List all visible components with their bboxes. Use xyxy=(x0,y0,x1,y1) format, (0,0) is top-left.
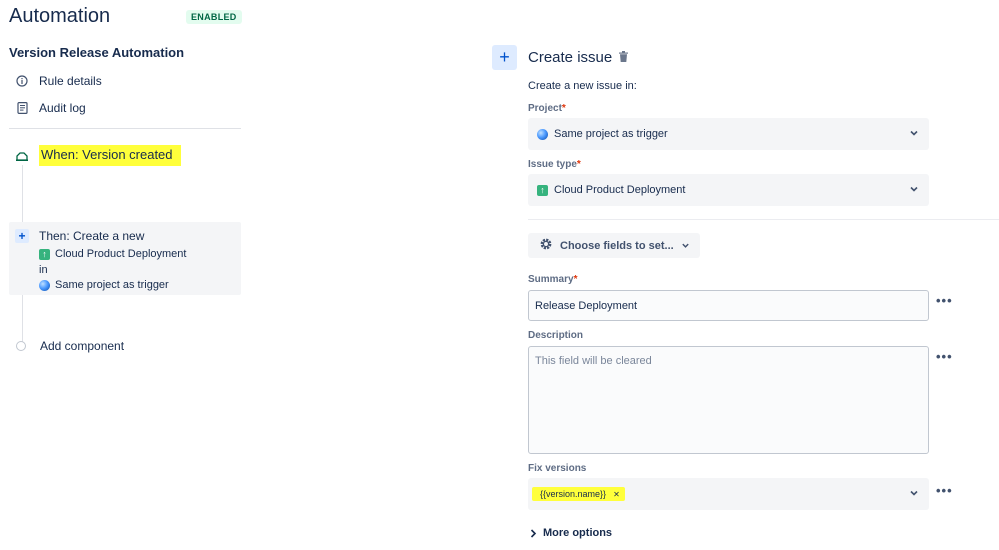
chevron-right-icon xyxy=(530,528,537,538)
nav-audit-log-label: Audit log xyxy=(39,101,86,115)
issue-type-field-label: Issue type* xyxy=(528,159,581,170)
required-mark: * xyxy=(576,159,581,170)
chevron-down-icon xyxy=(910,490,918,496)
nav-rule-details-label: Rule details xyxy=(39,74,102,88)
trash-icon[interactable] xyxy=(619,50,629,65)
choose-fields-label: Choose fields to set... xyxy=(560,239,674,252)
deployment-issue-type-icon: ↑ xyxy=(39,248,50,260)
project-select-value: Same project as trigger xyxy=(554,128,668,140)
document-icon xyxy=(15,101,29,115)
panel-subtitle: Create a new issue in: xyxy=(528,80,637,92)
action-card[interactable]: + Then: Create a new ↑ Cloud Product Dep… xyxy=(9,222,241,295)
description-field-label: Description xyxy=(528,330,584,341)
fix-version-tag[interactable]: {{version.name}} ✕ xyxy=(532,487,625,501)
section-divider xyxy=(528,219,999,220)
project-select[interactable]: Same project as trigger xyxy=(528,118,929,150)
trigger-item[interactable]: When: Version created xyxy=(14,145,181,166)
chevron-down-icon xyxy=(910,130,918,136)
info-icon xyxy=(15,74,29,88)
description-textarea[interactable]: This field will be cleared xyxy=(528,346,929,454)
plus-icon: + xyxy=(15,229,29,243)
action-project: Same project as trigger xyxy=(39,279,169,291)
trigger-label: When: Version created xyxy=(39,145,181,166)
nav-audit-log[interactable]: Audit log xyxy=(15,101,86,115)
close-icon[interactable]: ✕ xyxy=(613,490,620,499)
summary-label-text: Summary xyxy=(528,274,574,285)
required-mark: * xyxy=(573,274,578,285)
fix-versions-more-icon[interactable]: ••• xyxy=(936,483,953,498)
issue-type-label-text: Issue type xyxy=(528,159,577,170)
rule-name: Version Release Automation xyxy=(9,45,185,60)
issue-type-select[interactable]: ↑ Cloud Product Deployment xyxy=(528,174,929,206)
deployment-issue-type-icon: ↑ xyxy=(537,184,548,196)
add-action-plus-icon[interactable]: + xyxy=(492,45,517,70)
nav-divider xyxy=(9,128,241,129)
add-component-label: Add component xyxy=(40,339,125,353)
required-mark: * xyxy=(561,103,566,114)
choose-fields-button[interactable]: Choose fields to set... xyxy=(528,233,700,258)
more-options-toggle[interactable]: More options xyxy=(530,527,612,539)
chevron-down-icon xyxy=(681,243,689,248)
page-title: Automation xyxy=(9,5,111,27)
action-project-label: Same project as trigger xyxy=(55,279,169,291)
add-component-button[interactable]: Add component xyxy=(16,339,124,353)
action-issue-type-label: Cloud Product Deployment xyxy=(55,248,187,260)
version-trigger-icon xyxy=(14,148,30,164)
issue-type-select-value: Cloud Product Deployment xyxy=(554,184,686,196)
chevron-down-icon xyxy=(910,186,918,192)
project-field-label: Project* xyxy=(528,103,566,114)
summary-input[interactable]: Release Deployment xyxy=(528,290,929,321)
status-badge: ENABLED xyxy=(186,10,242,24)
action-issue-type: ↑ Cloud Product Deployment xyxy=(39,248,186,260)
fix-versions-field-label: Fix versions xyxy=(528,463,587,474)
add-component-dot-icon xyxy=(16,341,26,351)
project-label-text: Project xyxy=(528,103,562,114)
summary-more-icon[interactable]: ••• xyxy=(936,293,953,308)
nav-rule-details[interactable]: Rule details xyxy=(15,74,102,88)
fix-versions-select[interactable]: {{version.name}} ✕ xyxy=(528,478,929,510)
project-globe-icon xyxy=(39,279,50,291)
more-options-label: More options xyxy=(543,527,613,539)
project-globe-icon xyxy=(537,128,548,140)
action-in-label: in xyxy=(39,264,48,276)
fix-version-tag-label: {{version.name}} xyxy=(540,489,607,499)
action-title: Then: Create a new xyxy=(39,229,145,243)
gear-icon xyxy=(539,237,553,254)
panel-title: Create issue xyxy=(528,49,629,66)
panel-title-text: Create issue xyxy=(528,49,613,66)
description-more-icon[interactable]: ••• xyxy=(936,349,953,364)
summary-field-label: Summary* xyxy=(528,274,577,285)
